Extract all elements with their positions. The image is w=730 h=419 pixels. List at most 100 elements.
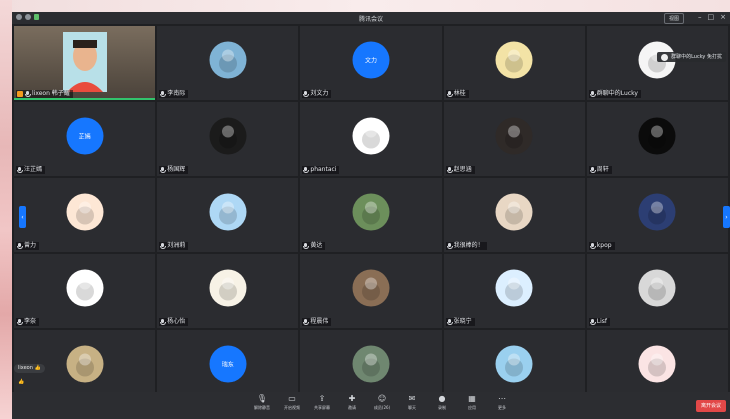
view-button[interactable]: 视图 <box>663 13 684 24</box>
participant-tile[interactable]: phantaci <box>300 102 442 176</box>
toolbar-button[interactable]: ● 录制 <box>432 394 452 411</box>
participant-nameplate: 群聊中的Lucky <box>588 90 641 98</box>
participant-name: kpop <box>596 242 612 249</box>
participant-tile[interactable]: Lisf <box>586 254 728 328</box>
toolbar-button[interactable]: ⋯ 更多 <box>492 394 512 411</box>
participant-tile[interactable]: 群聊中的Lucky 群聊中的Lucky 免打扰 <box>586 26 728 100</box>
mic-muted-icon <box>17 319 23 325</box>
participant-tile[interactable]: 李南际 <box>157 26 299 100</box>
participant-name: Lisf <box>596 318 608 325</box>
participant-name: phantaci <box>310 166 337 173</box>
members-icon: ☺ <box>377 394 387 403</box>
participant-tile[interactable]: 文力 刘文力 <box>300 26 442 100</box>
more-icon: ⋯ <box>498 394 506 403</box>
participant-tile[interactable]: 我很棒的！ <box>443 178 585 252</box>
leave-meeting-button[interactable]: 离开会议 <box>695 400 726 412</box>
avatar <box>352 269 390 307</box>
avatar <box>209 117 247 155</box>
participant-name: lixeon 韩子耀 <box>32 90 70 97</box>
participant-nameplate: lixeon 韩子耀 <box>16 90 73 98</box>
window-controls: – □ × <box>698 13 726 21</box>
mic-muted-icon <box>160 91 167 97</box>
participant-tile[interactable]: 曾力 <box>14 178 156 252</box>
participant-name: 杨心怡 <box>167 318 186 325</box>
participant-tile[interactable]: 赵思涵 <box>443 102 585 176</box>
participant-nameplate: 李南际 <box>159 90 189 98</box>
participant-nameplate: 周轩 <box>588 166 612 174</box>
background-top-strip <box>0 0 730 12</box>
participant-name: 我很棒的！ <box>453 242 484 249</box>
mic-muted-icon <box>303 243 310 249</box>
host-icon <box>17 91 23 97</box>
participant-nameplate: 黄达 <box>302 242 326 250</box>
title-bar: 腾讯会议 视图 – □ × <box>12 12 730 24</box>
participant-tile[interactable]: 杨国辉 <box>157 102 299 176</box>
participant-tile[interactable]: 刘洲莉 <box>157 178 299 252</box>
avatar: 瑞东 <box>209 345 247 383</box>
avatar <box>638 345 676 383</box>
participant-tile[interactable]: 程晨伟 <box>300 254 442 328</box>
avatar <box>209 41 247 79</box>
participant-tile[interactable]: lixeon 韩子耀 <box>14 26 156 100</box>
close-icon[interactable]: × <box>720 13 726 21</box>
participant-name: 汪芷嫣 <box>24 166 43 173</box>
toolbar-button[interactable]: ▦ 应用 <box>462 394 482 411</box>
avatar <box>495 345 533 383</box>
share-icon: ⇪ <box>318 394 326 403</box>
mic-muted-icon <box>446 91 453 97</box>
participant-nameplate: 张晓宁 <box>445 318 475 326</box>
avatar <box>66 193 104 231</box>
toolbar-button[interactable]: ✉ 聊天 <box>402 394 422 411</box>
toolbar-button[interactable]: 🎙 解除静音 <box>252 394 272 411</box>
toolbar-items: 🎙 解除静音 ▭ 开启视频 ⇪ 共享屏幕 ✚ 邀请 ☺ 成员(26) ✉ 聊天 ● 录制 ▦ 应用 ⋯ 更多 <box>252 394 512 411</box>
avatar <box>66 269 104 307</box>
participant-name: 李南际 <box>167 90 186 97</box>
toolbar-button-label: 录制 <box>438 405 446 410</box>
avatar <box>638 193 676 231</box>
toolbar-button-label: 成员(26) <box>373 405 391 410</box>
avatar <box>66 345 104 383</box>
participant-nameplate: kpop <box>588 242 615 250</box>
participant-nameplate: 赵思涵 <box>445 166 475 174</box>
toolbar-button[interactable]: ⇪ 共享屏幕 <box>312 394 332 411</box>
toolbar-button[interactable]: ▭ 开启视频 <box>282 394 302 411</box>
participant-tile[interactable]: kpop <box>586 178 728 252</box>
reaction-chip-secondary: 👍 <box>18 379 25 385</box>
mic-muted-icon <box>446 243 453 249</box>
participant-nameplate: 林桂 <box>445 90 469 98</box>
prev-page-arrow-icon[interactable]: ‹ <box>19 206 26 228</box>
participant-tile[interactable]: 芷嫣 汪芷嫣 <box>14 102 156 176</box>
minimize-icon[interactable]: – <box>698 13 702 21</box>
mic-muted-icon <box>160 243 167 249</box>
participant-nameplate: 杨国辉 <box>159 166 189 174</box>
participant-tile[interactable]: 李奈 <box>14 254 156 328</box>
participant-video <box>62 32 107 92</box>
mic-muted-icon <box>446 167 453 173</box>
next-page-arrow-icon[interactable]: › <box>723 206 730 228</box>
maximize-icon[interactable]: □ <box>708 13 715 21</box>
participant-nameplate: phantaci <box>302 166 340 174</box>
participant-name: 黄达 <box>310 242 323 249</box>
mic-muted-icon <box>589 319 596 325</box>
participant-tile[interactable]: 杨心怡 <box>157 254 299 328</box>
participant-name: 程晨伟 <box>310 318 329 325</box>
avatar <box>638 117 676 155</box>
avatar <box>495 41 533 79</box>
participant-nameplate: 刘洲莉 <box>159 242 189 250</box>
bottom-toolbar: 🎙 解除静音 ▭ 开启视频 ⇪ 共享屏幕 ✚ 邀请 ☺ 成员(26) ✉ 聊天 ● 录制 ▦ 应用 ⋯ 更多 离开… <box>12 392 730 419</box>
toolbar-button[interactable]: ✚ 邀请 <box>342 394 362 411</box>
avatar <box>638 269 676 307</box>
participant-tile[interactable]: 林桂 <box>443 26 585 100</box>
participant-nameplate: 杨心怡 <box>159 318 189 326</box>
participant-tile[interactable]: 黄达 <box>300 178 442 252</box>
participant-tile[interactable]: 张晓宁 <box>443 254 585 328</box>
toolbar-button-label: 开启视频 <box>284 405 300 410</box>
meeting-window: 腾讯会议 视图 – □ × lixeon 韩子耀 李南际 文力 刘文力 林桂 群聊中的Lu… <box>12 12 730 419</box>
toolbar-button[interactable]: ☺ 成员(26) <box>372 394 392 411</box>
participant-tile[interactable]: 周轩 <box>586 102 728 176</box>
participant-grid: lixeon 韩子耀 李南际 文力 刘文力 林桂 群聊中的Lucky 群聊中的Lucky 免… <box>14 26 728 404</box>
participant-name: 杨国辉 <box>167 166 186 173</box>
toolbar-button-label: 共享屏幕 <box>314 405 330 410</box>
camera-icon: ▭ <box>288 394 296 403</box>
participant-hover-card[interactable]: 群聊中的Lucky 免打扰 <box>657 52 726 62</box>
